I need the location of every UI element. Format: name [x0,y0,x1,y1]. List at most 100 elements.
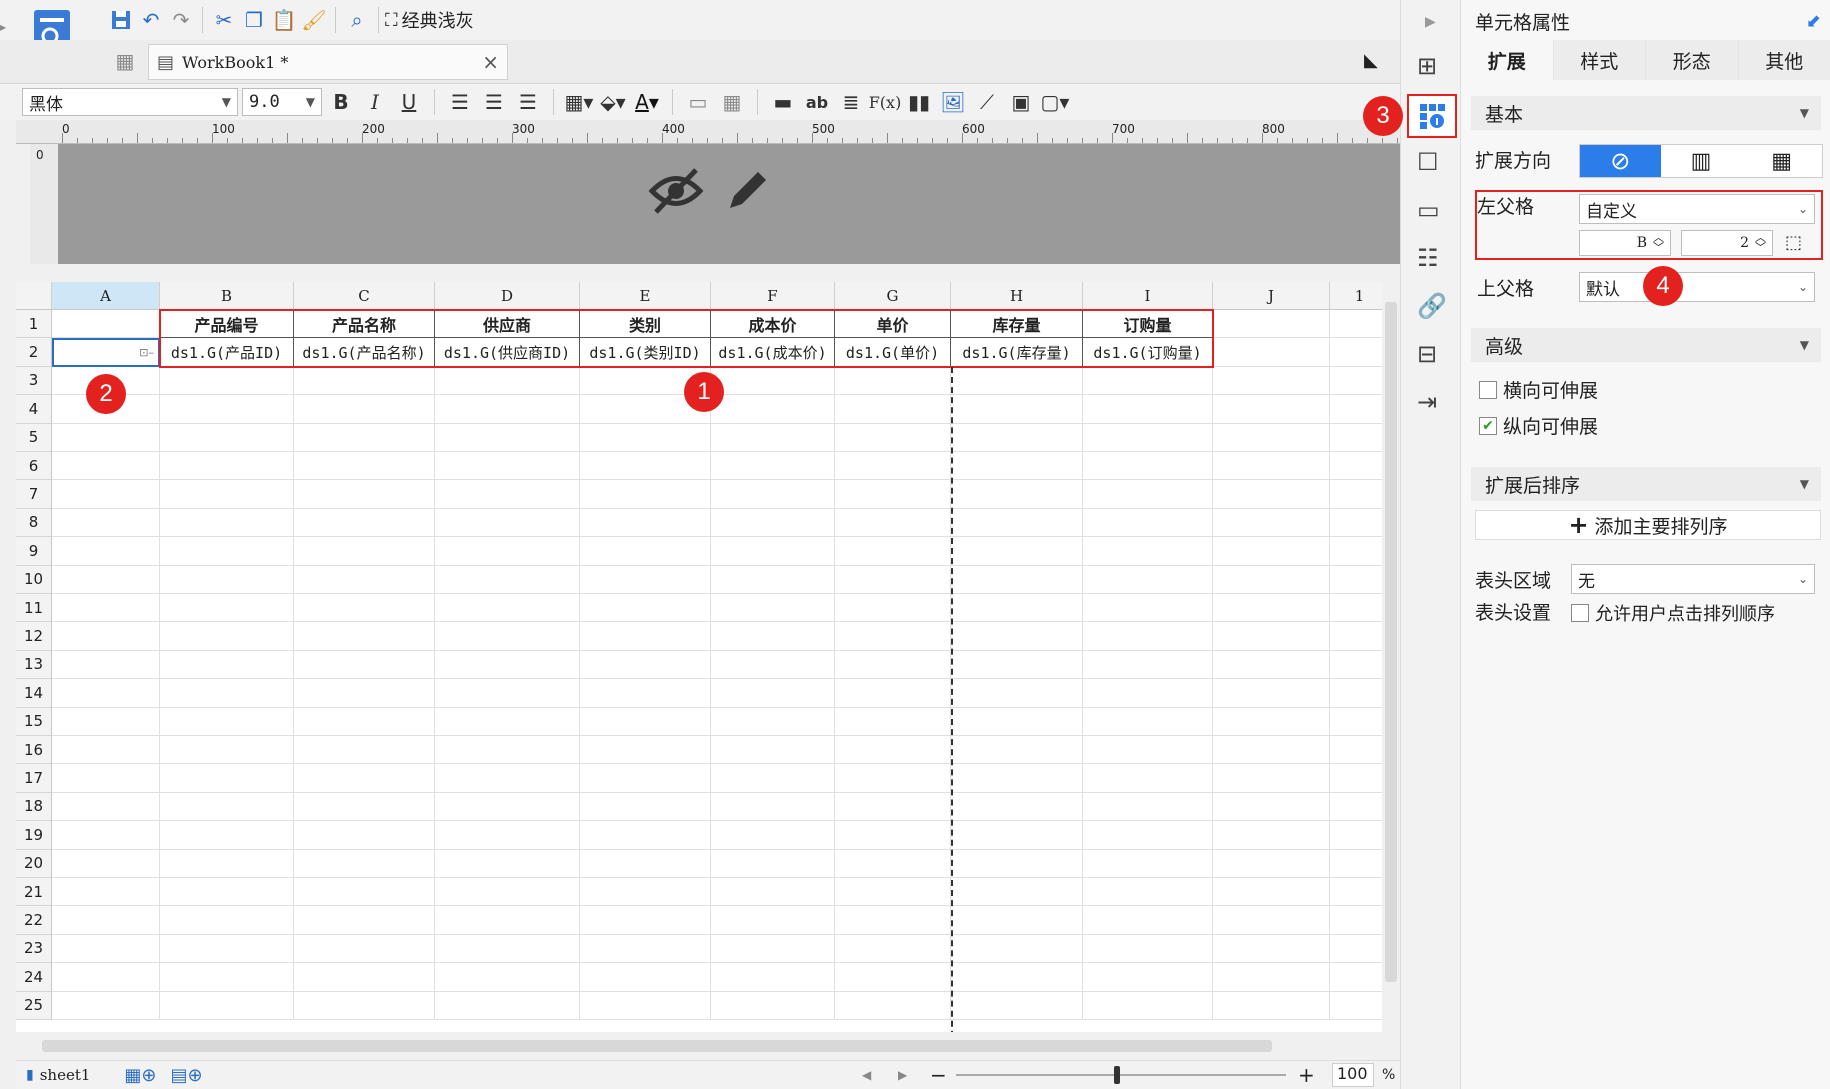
scroll-left-icon[interactable]: ◀ [862,1068,871,1082]
row-header[interactable]: 16 [16,736,52,765]
grid-cell[interactable] [711,508,835,538]
grid-cell[interactable] [835,594,951,623]
grid-cell[interactable] [294,622,435,651]
template-icon[interactable]: ⊞ [1417,52,1437,80]
row-header[interactable]: 23 [16,934,52,964]
select-all-corner[interactable] [16,282,52,310]
grid-cell[interactable] [951,594,1083,623]
grid-cell[interactable] [294,537,435,566]
grid-cell[interactable] [1330,622,1382,651]
grid-cell[interactable] [835,565,951,594]
horizontal-scrollbar[interactable] [16,1032,1400,1060]
header-cell[interactable]: 库存量 [951,310,1083,339]
grid-cell[interactable] [52,594,160,623]
grid-cell[interactable] [951,736,1083,765]
grid-cell[interactable] [951,537,1083,566]
grid-cell[interactable] [1330,395,1382,424]
add-poly-sheet-icon[interactable]: ▤⊕ [171,1065,203,1086]
grid-cell[interactable] [711,650,835,680]
column-header-f[interactable]: F [711,282,835,310]
grid-cell[interactable] [1083,764,1213,793]
grid-cell[interactable] [835,736,951,765]
column-header-a[interactable]: A [52,282,160,310]
tab-other[interactable]: 其他 [1738,40,1830,80]
grid-cell[interactable] [951,849,1083,878]
grid-cell[interactable] [1083,650,1213,680]
left-parent-row-input[interactable]: 2 ︿ ﹀ [1681,230,1773,256]
grid-cell[interactable] [580,934,711,964]
grid-cell[interactable] [580,622,711,651]
field-cell[interactable]: ds1.G(产品名称) [294,338,435,367]
grid-cell[interactable] [435,906,580,935]
grid-cell[interactable] [580,480,711,509]
grid-cell[interactable] [435,707,580,736]
grid-cell[interactable] [1330,679,1382,708]
grid-cell[interactable] [835,821,951,850]
grid-cell[interactable] [580,906,711,935]
grid-cell[interactable] [160,764,294,793]
grid-cell[interactable] [580,991,711,1020]
grid-cell[interactable] [951,480,1083,509]
horizontal-expand-button[interactable]: ▦ [1741,145,1823,177]
row-header[interactable]: 12 [16,622,52,651]
tab-style[interactable]: 样式 [1553,40,1646,80]
grid-cell[interactable] [160,991,294,1020]
fill-color-icon[interactable]: ⬙▾ [598,87,628,117]
text-ab-icon[interactable]: ab [802,87,832,117]
italic-button[interactable]: I [360,87,390,117]
grid-cell[interactable] [1083,423,1213,452]
grid-cell[interactable] [435,878,580,907]
grid-cell[interactable] [160,423,294,452]
grid-cell[interactable] [711,366,835,396]
selected-cell-a2[interactable]: ⊡– [52,338,160,367]
edit-pencil-icon[interactable] [722,166,772,221]
grid-cell[interactable] [294,849,435,878]
grid-cell[interactable] [1083,508,1213,538]
grid-cell[interactable] [951,395,1083,424]
grid-cell[interactable] [52,764,160,793]
row-header[interactable]: 24 [16,963,52,992]
grid-cell[interactable] [294,963,435,992]
row-header[interactable]: 13 [16,650,52,680]
top-parent-select[interactable]: 默认 ⌄ [1579,272,1815,302]
grid-cell[interactable] [951,650,1083,680]
grid-cell[interactable] [835,537,951,566]
grid-cell[interactable] [1083,821,1213,850]
row-header[interactable]: 25 [16,991,52,1020]
grid-cell[interactable] [1083,679,1213,708]
expand-arrow-icon[interactable]: ▸ [0,20,10,34]
grid-cell[interactable] [435,480,580,509]
grid-cell[interactable] [835,480,951,509]
grid-cell[interactable] [580,537,711,566]
grid-cell[interactable] [711,878,835,907]
grid-cell[interactable] [580,679,711,708]
cell-element-icon[interactable]: ☐ [1417,148,1439,176]
grid-cell[interactable] [835,792,951,822]
grid-cell[interactable] [835,452,951,481]
preview-icon[interactable]: ⌕ [342,5,372,35]
grid-cell[interactable] [835,423,951,452]
grid-cell[interactable] [294,508,435,538]
grid-cell[interactable] [1213,679,1330,708]
grid-cell[interactable] [1213,423,1330,452]
grid-cell[interactable] [294,906,435,935]
grid-cell[interactable] [52,537,160,566]
grid-cell[interactable] [835,508,951,538]
grid-cell[interactable] [711,963,835,992]
grid-cell[interactable] [52,423,160,452]
grid-cell[interactable] [711,991,835,1020]
copy-icon[interactable]: ❐ [239,5,269,35]
field-cell[interactable]: ds1.G(供应商ID) [435,338,580,367]
format-painter-icon[interactable]: 🖌 [299,5,329,35]
row-header[interactable]: 20 [16,849,52,878]
grid-cell[interactable] [711,537,835,566]
grid-cell[interactable] [294,480,435,509]
grid-cell[interactable] [160,395,294,424]
grid-cell[interactable] [580,565,711,594]
grid-cell[interactable] [711,821,835,850]
grid-cell[interactable] [160,480,294,509]
grid-cell[interactable] [52,878,160,907]
field-cell[interactable]: ds1.G(成本价) [711,338,835,367]
grid-cell[interactable] [1330,424,1382,452]
header-cell[interactable]: 产品名称 [294,310,435,339]
